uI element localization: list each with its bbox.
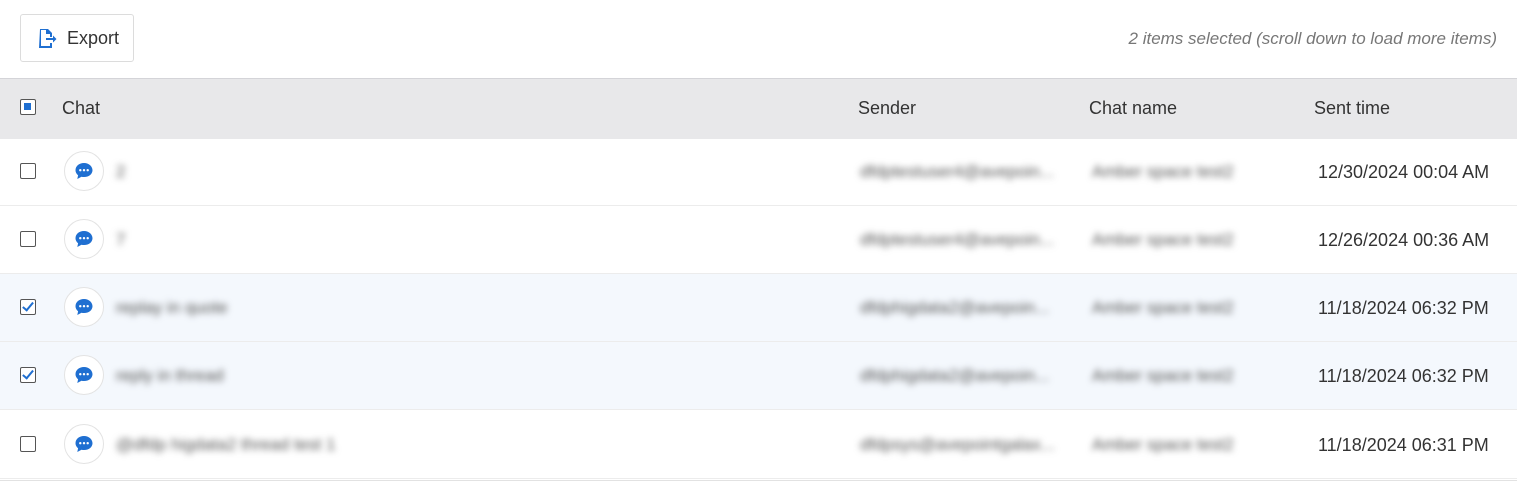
chat-message-text: @dfdp higdata2 thread test 1 — [116, 435, 336, 454]
sender-email: dfdptestuser4@avepoin... — [860, 230, 1054, 249]
column-header-chat[interactable]: Chat — [62, 98, 100, 119]
row-checkbox[interactable] — [20, 436, 36, 452]
table-row[interactable]: replay in quote dfdphigdata2@avepoin... Am… — [0, 274, 1517, 342]
chat-name: Amber space test2 — [1092, 366, 1234, 385]
sent-time: 11/18/2024 06:32 PM — [1318, 298, 1489, 318]
export-button[interactable]: Export — [20, 14, 134, 62]
chat-message-text: 7 — [116, 230, 126, 249]
sent-time: 11/18/2024 06:31 PM — [1318, 435, 1489, 455]
row-checkbox[interactable] — [20, 367, 36, 383]
file-export-icon — [37, 28, 57, 48]
row-checkbox[interactable] — [20, 299, 36, 315]
chat-name: Amber space test2 — [1092, 298, 1234, 317]
column-header-chat-name[interactable]: Chat name — [1089, 98, 1177, 119]
chat-bubble-icon — [64, 287, 104, 327]
table-header: Chat Sender Chat name Sent time — [0, 78, 1517, 139]
chat-name: Amber space test2 — [1092, 230, 1234, 249]
sender-email: dfdptestuser4@avepoin... — [860, 162, 1054, 181]
sent-time: 12/26/2024 00:36 AM — [1318, 230, 1490, 250]
table-bottom-divider — [0, 480, 1517, 481]
selection-status: 2 items selected (scroll down to load mo… — [1128, 29, 1497, 48]
chat-name: Amber space test2 — [1092, 435, 1234, 454]
sent-time: 11/18/2024 06:32 PM — [1318, 366, 1489, 386]
sender-email: dfdphigdata2@avepoin... — [860, 298, 1050, 317]
column-header-sender[interactable]: Sender — [858, 98, 916, 119]
sender-email: dfdphigdata2@avepoin... — [860, 366, 1050, 385]
chat-message-text: reply in thread — [116, 366, 224, 385]
row-checkbox[interactable] — [20, 231, 36, 247]
chat-message-text: 2 — [116, 162, 126, 181]
table-row[interactable]: 7 dfdptestuser4@avepoin... Amber space tes… — [0, 206, 1517, 274]
chat-bubble-icon — [64, 355, 104, 395]
table-row[interactable]: reply in thread dfdphigdata2@avepoin... Am… — [0, 342, 1517, 410]
chat-message-text: replay in quote — [116, 298, 228, 317]
table-row[interactable]: 2 dfdptestuser4@avepoin... Amber space tes… — [0, 138, 1517, 206]
chat-bubble-icon — [64, 219, 104, 259]
chat-name: Amber space test2 — [1092, 162, 1234, 181]
toolbar: Export 2 items selected (scroll down to … — [0, 0, 1517, 78]
chat-bubble-icon — [64, 151, 104, 191]
sender-email: dfdpsys@avepointgalax... — [860, 435, 1055, 454]
column-header-sent-time[interactable]: Sent time — [1314, 98, 1390, 119]
table-row[interactable]: @dfdp higdata2 thread test 1 dfdpsys@avep… — [0, 411, 1517, 479]
chat-bubble-icon — [64, 424, 104, 464]
select-all-checkbox[interactable] — [20, 99, 36, 115]
sent-time: 12/30/2024 00:04 AM — [1318, 162, 1490, 182]
row-checkbox[interactable] — [20, 163, 36, 179]
export-label: Export — [67, 27, 120, 48]
